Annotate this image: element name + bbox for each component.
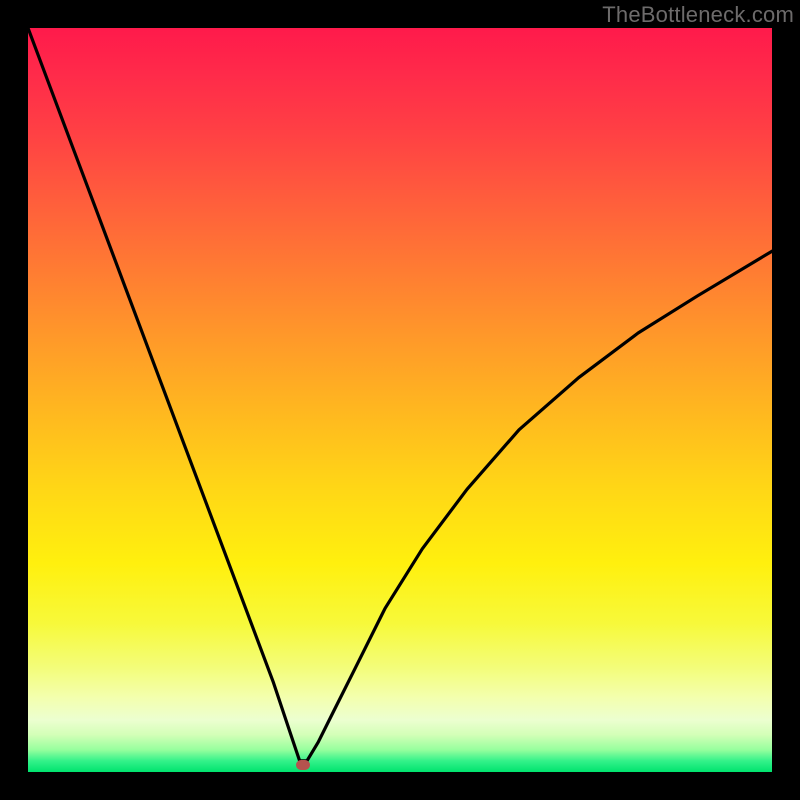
minimum-marker <box>296 760 310 770</box>
chart-frame: TheBottleneck.com <box>0 0 800 800</box>
watermark-text: TheBottleneck.com <box>602 2 794 28</box>
bottleneck-curve <box>28 28 772 772</box>
plot-area <box>28 28 772 772</box>
